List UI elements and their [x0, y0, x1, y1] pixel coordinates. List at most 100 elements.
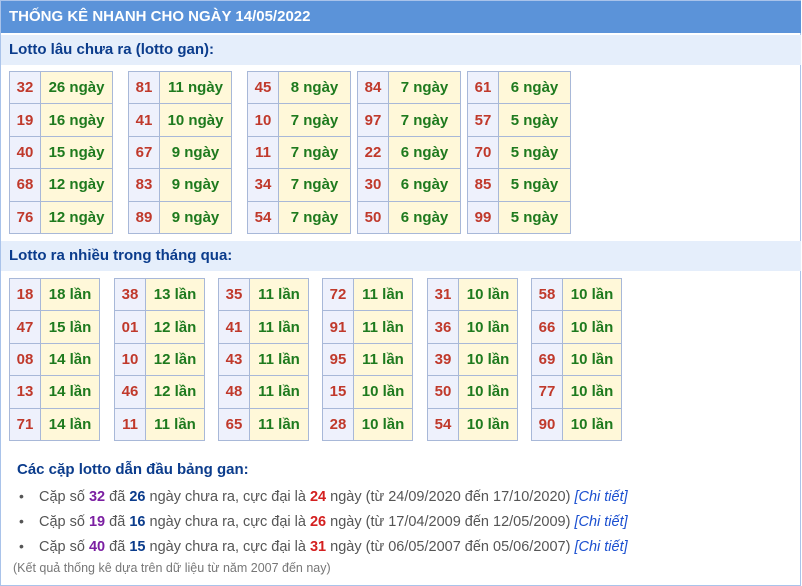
lotto-count: 10 lần: [563, 376, 622, 409]
lotto-number: 39: [428, 343, 459, 377]
table-row: 54 7 ngày: [248, 201, 351, 234]
table-row: 72 11 lần: [323, 279, 413, 312]
table-row: 61 6 ngày: [468, 72, 571, 105]
lotto-count: 26 ngày: [41, 72, 113, 105]
table-row: 84 7 ngày: [358, 72, 461, 105]
lotto-count: 10 lần: [459, 311, 518, 344]
footnote: (Kết quả thống kê dựa trên dữ liệu từ nă…: [13, 561, 331, 575]
lotto-table: 32 26 ngày 19 16 ngày 40 15 ngày 68 12 ngày 76 12…: [9, 71, 113, 234]
lotto-number: 08: [10, 343, 41, 377]
lotto-count: 5 ngày: [499, 136, 571, 170]
lotto-table: 72 11 lần 91 11 lần 95 11 lần 15 10 lần 28 10 lần: [322, 278, 413, 441]
lotto-count: 10 lần: [354, 376, 413, 409]
lotto-number: 38: [115, 279, 146, 312]
pair-item: • Cặp số 19 đã 16 ngày chưa ra, cực đại l…: [19, 510, 628, 535]
lotto-number: 72: [323, 279, 354, 312]
lotto-count: 10 lần: [563, 279, 622, 312]
lotto-number: 50: [428, 376, 459, 409]
lotto-count: 9 ngày: [160, 136, 232, 170]
table-row: 41 10 ngày: [129, 104, 232, 137]
table-row: 91 11 lần: [323, 311, 413, 344]
lotto-number: 46: [115, 376, 146, 409]
lotto-number: 22: [358, 136, 389, 170]
lotto-count: 5 ngày: [499, 169, 571, 202]
lotto-count: 7 ngày: [279, 136, 351, 170]
table-row: 43 11 lần: [219, 343, 309, 377]
page-title: THỐNG KÊ NHANH CHO NGÀY 14/05/2022: [1, 1, 801, 33]
pair-item: • Cặp số 40 đã 15 ngày chưa ra, cực đại l…: [19, 535, 628, 560]
table-row: 83 9 ngày: [129, 169, 232, 202]
lotto-number: 31: [428, 279, 459, 312]
lotto-number: 36: [428, 311, 459, 344]
lotto-number: 10: [115, 343, 146, 377]
lotto-count: 10 lần: [459, 376, 518, 409]
table-row: 71 14 lần: [10, 408, 100, 441]
table-row: 69 10 lần: [532, 343, 622, 377]
detail-link[interactable]: [Chi tiết]: [574, 539, 627, 555]
lotto-count: 11 lần: [354, 343, 413, 377]
lotto-number: 11: [115, 408, 146, 441]
table-row: 77 10 lần: [532, 376, 622, 409]
stats-panel: THỐNG KÊ NHANH CHO NGÀY 14/05/2022 Lotto…: [0, 0, 801, 586]
lotto-count: 11 lần: [354, 311, 413, 344]
lotto-count: 11 ngày: [160, 72, 232, 105]
pair-days: 26: [129, 489, 146, 505]
lotto-number: 18: [10, 279, 41, 312]
table-row: 90 10 lần: [532, 408, 622, 441]
lotto-number: 97: [358, 104, 389, 137]
table-row: 41 11 lần: [219, 311, 309, 344]
lotto-count: 7 ngày: [279, 104, 351, 137]
table-row: 67 9 ngày: [129, 136, 232, 170]
lotto-number: 81: [129, 72, 160, 105]
bullet-icon: •: [19, 538, 24, 554]
lotto-number: 48: [219, 376, 250, 409]
lotto-number: 67: [129, 136, 160, 170]
table-row: 19 16 ngày: [10, 104, 113, 137]
table-row: 08 14 lần: [10, 343, 100, 377]
lotto-number: 91: [323, 311, 354, 344]
lotto-table: 35 11 lần 41 11 lần 43 11 lần 48 11 lần 65 11 lần: [218, 278, 309, 441]
table-row: 22 6 ngày: [358, 136, 461, 170]
table-row: 47 15 lần: [10, 311, 100, 344]
table-row: 18 18 lần: [10, 279, 100, 312]
lotto-number: 11: [248, 136, 279, 170]
detail-link[interactable]: [Chi tiết]: [574, 489, 627, 505]
table-row: 89 9 ngày: [129, 201, 232, 234]
table-row: 50 10 lần: [428, 376, 518, 409]
pairs-list: • Cặp số 32 đã 26 ngày chưa ra, cực đại l…: [19, 485, 628, 560]
pair-max: 31: [309, 539, 327, 555]
lotto-number: 95: [323, 343, 354, 377]
lotto-count: 7 ngày: [279, 169, 351, 202]
table-row: 11 11 lần: [115, 408, 205, 441]
lotto-count: 14 lần: [41, 343, 100, 377]
table-row: 32 26 ngày: [10, 72, 113, 105]
lotto-count: 11 lần: [250, 408, 309, 441]
lotto-count: 12 ngày: [41, 169, 113, 202]
lotto-number: 15: [323, 376, 354, 409]
lotto-count: 14 lần: [41, 376, 100, 409]
lotto-table: 18 18 lần 47 15 lần 08 14 lần 13 14 lần 71 14 lần: [9, 278, 100, 441]
lotto-number: 10: [248, 104, 279, 137]
lotto-number: 32: [10, 72, 41, 105]
detail-link[interactable]: [Chi tiết]: [574, 514, 627, 530]
table-row: 54 10 lần: [428, 408, 518, 441]
lotto-count: 11 lần: [250, 279, 309, 312]
table-row: 35 11 lần: [219, 279, 309, 312]
lotto-count: 12 lần: [146, 376, 205, 409]
pair-number: 19: [88, 514, 106, 530]
lotto-count: 12 lần: [146, 311, 205, 344]
lotto-count: 10 lần: [354, 408, 413, 441]
lotto-count: 10 ngày: [160, 104, 232, 137]
pair-days: 15: [129, 539, 146, 555]
lotto-count: 16 ngày: [41, 104, 113, 137]
lotto-number: 65: [219, 408, 250, 441]
table-row: 81 11 ngày: [129, 72, 232, 105]
lotto-number: 69: [532, 343, 563, 377]
lotto-number: 40: [10, 136, 41, 170]
table-row: 99 5 ngày: [468, 201, 571, 234]
lotto-number: 19: [10, 104, 41, 137]
table-row: 50 6 ngày: [358, 201, 461, 234]
lotto-number: 89: [129, 201, 160, 234]
lotto-number: 83: [129, 169, 160, 202]
lotto-number: 61: [468, 72, 499, 105]
